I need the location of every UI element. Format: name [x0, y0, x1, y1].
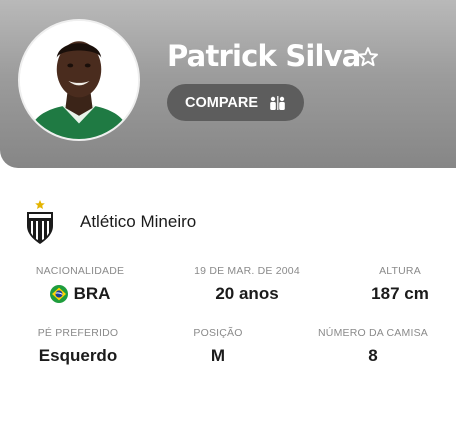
stat-value-wrapper: BRA — [20, 283, 140, 305]
player-info-card: Atlético Mineiro NACIONALIDADE BRA 19 DE… — [0, 183, 456, 422]
stat-height: ALTURA 187 cm — [344, 264, 456, 305]
stat-value: Esquerdo — [38, 346, 118, 365]
stat-value: BRA — [73, 284, 111, 303]
player-photo — [20, 21, 138, 139]
stat-label: NACIONALIDADE — [35, 265, 125, 277]
compare-icon — [269, 95, 286, 110]
stat-value: 20 anos — [215, 284, 279, 303]
player-avatar — [18, 19, 140, 141]
player-name: Patrick Silva — [167, 39, 361, 73]
stat-nationality: NACIONALIDADE BRA — [20, 264, 140, 305]
stat-value: 8 — [368, 346, 378, 365]
stat-value: M — [210, 346, 226, 365]
team-crest-icon — [24, 200, 56, 244]
stat-label: POSIÇÃO — [193, 327, 243, 339]
player-header: Patrick Silva COMPARE — [0, 0, 456, 168]
stat-label: ALTURA — [379, 265, 421, 277]
favorite-star-icon[interactable] — [356, 45, 380, 69]
stat-label: PÉ PREFERIDO — [37, 327, 119, 339]
stat-preferred-foot: PÉ PREFERIDO Esquerdo — [18, 326, 138, 367]
stat-label: NÚMERO DA CAMISA — [318, 327, 428, 339]
stat-label: 19 DE MAR. DE 2004 — [194, 265, 300, 277]
team-link[interactable]: Atlético Mineiro — [24, 200, 196, 244]
compare-label: COMPARE — [185, 94, 259, 111]
compare-button[interactable]: COMPARE — [167, 84, 304, 121]
team-name: Atlético Mineiro — [80, 212, 197, 231]
stat-position: POSIÇÃO M — [168, 326, 268, 367]
stat-value: 187 cm — [371, 284, 429, 303]
brazil-flag-icon — [49, 285, 68, 303]
stat-shirt-number: NÚMERO DA CAMISA 8 — [313, 326, 433, 367]
stat-birthdate: 19 DE MAR. DE 2004 20 anos — [182, 264, 312, 305]
